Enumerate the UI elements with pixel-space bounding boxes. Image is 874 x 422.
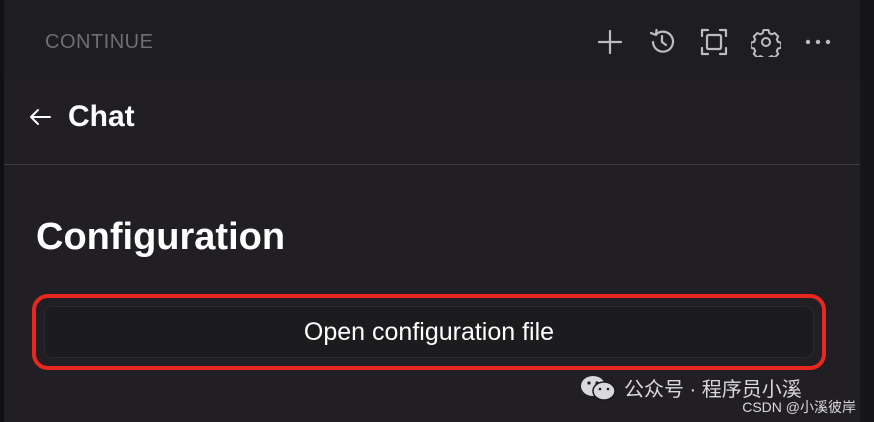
extension-header: CONTINUE [4,0,860,78]
plus-icon[interactable] [592,24,628,60]
fullscreen-icon[interactable] [696,24,732,60]
gear-icon[interactable] [748,24,784,60]
header-title: CONTINUE [45,31,154,53]
more-icon[interactable] [800,24,836,60]
chat-title: Chat [68,100,135,133]
watermark-csdn: CSDN @小溪彼岸 [742,399,856,415]
configuration-heading: Configuration [36,216,286,258]
settings-panel: Chat Configuration Open configuration fi… [4,78,860,422]
panel-right-edge [860,0,874,422]
open-configuration-file-button[interactable]: Open configuration file [44,306,814,358]
wechat-icon [581,375,616,401]
chat-nav-bar: Chat [4,78,860,165]
header-toolbar [592,24,852,60]
app-frame: CONTINUE Chat Configuration Open configu… [0,0,874,422]
back-arrow-icon[interactable] [26,103,54,131]
history-icon[interactable] [644,24,680,60]
